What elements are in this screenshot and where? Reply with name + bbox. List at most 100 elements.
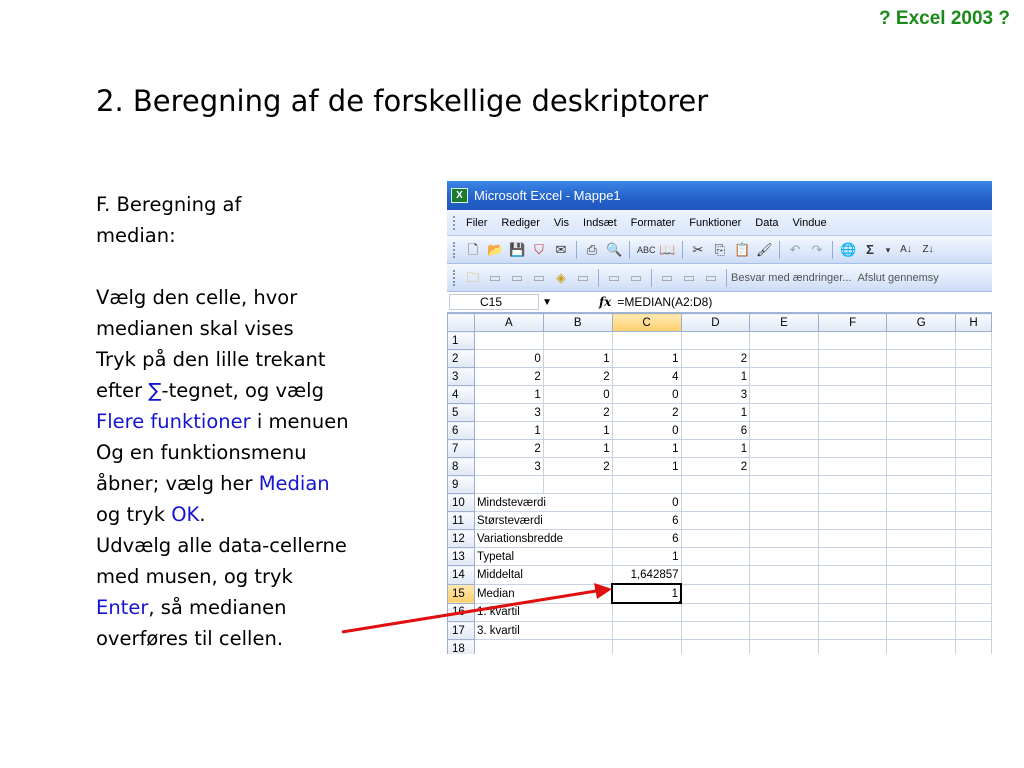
row-header[interactable]: 3 bbox=[447, 367, 475, 386]
row-header[interactable]: 8 bbox=[447, 457, 475, 476]
grid-cell[interactable] bbox=[749, 529, 819, 548]
review-icon[interactable]: ▭ bbox=[606, 270, 622, 286]
grid-cell[interactable] bbox=[749, 547, 819, 566]
active-cell-c15[interactable]: 1 bbox=[611, 583, 683, 604]
grid-cell[interactable] bbox=[817, 421, 888, 440]
grid-cell[interactable]: 2 bbox=[473, 367, 544, 386]
grid-cell[interactable] bbox=[542, 475, 613, 494]
grid-cell[interactable]: 1 bbox=[680, 439, 751, 458]
grid-cell[interactable] bbox=[611, 475, 682, 494]
cell-label[interactable]: Størsteværdi bbox=[473, 511, 613, 530]
review-icon[interactable]: ▭ bbox=[628, 270, 644, 286]
row-header[interactable]: 10 bbox=[447, 493, 475, 512]
grid-cell[interactable] bbox=[749, 439, 819, 458]
grid-cell[interactable] bbox=[955, 602, 992, 622]
grid-cell[interactable]: 1 bbox=[542, 439, 613, 458]
paste-icon[interactable]: 📋 bbox=[734, 242, 750, 258]
grid-cell[interactable]: 1 bbox=[611, 457, 682, 476]
cell-label[interactable]: Median bbox=[473, 583, 613, 604]
grid-cell[interactable]: 4 bbox=[611, 367, 682, 386]
grid-cell[interactable] bbox=[886, 331, 957, 350]
grid-cell[interactable] bbox=[473, 331, 544, 350]
grid-cell[interactable] bbox=[749, 602, 819, 622]
cell-label[interactable]: 3. kvartil bbox=[473, 621, 613, 640]
grid-cell[interactable]: 1 bbox=[611, 349, 682, 368]
review-icon[interactable]: ▭ bbox=[575, 270, 591, 286]
grid-cell[interactable] bbox=[886, 385, 957, 404]
autosum-dropdown-icon[interactable]: ▾ bbox=[884, 242, 892, 258]
grid-cell[interactable] bbox=[817, 493, 888, 512]
grid-cell[interactable] bbox=[955, 621, 992, 640]
grid-cell[interactable] bbox=[542, 331, 613, 350]
review-icon[interactable]: ▭ bbox=[509, 270, 525, 286]
row-header[interactable]: 11 bbox=[447, 511, 475, 530]
grid-cell[interactable] bbox=[817, 403, 888, 422]
undo-icon[interactable]: ↶ bbox=[787, 242, 803, 258]
review-icon[interactable]: ▭ bbox=[681, 270, 697, 286]
cell-value[interactable] bbox=[611, 639, 682, 654]
grid-cell[interactable]: 2 bbox=[542, 403, 613, 422]
grid-cell[interactable] bbox=[749, 385, 819, 404]
review-icon[interactable]: ▭ bbox=[487, 270, 503, 286]
column-header-d[interactable]: D bbox=[680, 313, 751, 332]
sort-ascending-icon[interactable]: A↓ bbox=[898, 242, 914, 258]
open-icon[interactable]: 📂 bbox=[487, 242, 503, 258]
menu-funktioner[interactable]: Funktioner bbox=[689, 217, 741, 229]
grid-cell[interactable] bbox=[680, 621, 751, 640]
grid-cell[interactable] bbox=[955, 457, 992, 476]
row-header[interactable]: 9 bbox=[447, 475, 475, 494]
grid-cell[interactable] bbox=[680, 511, 751, 530]
folder-icon[interactable]: 🗀 bbox=[465, 270, 481, 286]
grid-cell[interactable] bbox=[886, 547, 957, 566]
grid-cell[interactable]: 3 bbox=[473, 403, 544, 422]
grid-cell[interactable] bbox=[749, 493, 819, 512]
sort-descending-icon[interactable]: Z↓ bbox=[920, 242, 936, 258]
grid-cell[interactable] bbox=[886, 529, 957, 548]
grid-cell[interactable] bbox=[749, 367, 819, 386]
grid-cell[interactable] bbox=[817, 331, 888, 350]
column-header-f[interactable]: F bbox=[817, 313, 888, 332]
grid-cell[interactable] bbox=[749, 583, 819, 604]
grid-cell[interactable] bbox=[886, 349, 957, 368]
grid-cell[interactable]: 0 bbox=[611, 421, 682, 440]
grid-cell[interactable]: 1 bbox=[611, 439, 682, 458]
grid-cell[interactable] bbox=[817, 547, 888, 566]
grid-cell[interactable] bbox=[680, 331, 751, 350]
grid-cell[interactable]: 1 bbox=[542, 421, 613, 440]
grid-cell[interactable]: 3 bbox=[680, 385, 751, 404]
grid-cell[interactable] bbox=[955, 439, 992, 458]
menu-vis[interactable]: Vis bbox=[554, 217, 569, 229]
grid-cell[interactable] bbox=[955, 639, 992, 654]
cell-value[interactable]: 6 bbox=[611, 511, 682, 530]
copy-icon[interactable]: ⎘ bbox=[712, 242, 728, 258]
grid-cell[interactable] bbox=[749, 349, 819, 368]
grid-cell[interactable] bbox=[955, 331, 992, 350]
grid-cell[interactable]: 1 bbox=[680, 403, 751, 422]
autosum-icon[interactable]: Σ bbox=[862, 242, 878, 258]
hyperlink-icon[interactable]: 🌐 bbox=[840, 242, 856, 258]
cell-label[interactable]: Middeltal bbox=[473, 565, 613, 585]
cell-value[interactable]: 1 bbox=[611, 547, 682, 566]
grid-cell[interactable] bbox=[955, 583, 992, 604]
fx-icon[interactable]: fx bbox=[599, 295, 611, 309]
grid-cell[interactable]: 2 bbox=[542, 367, 613, 386]
end-review-button[interactable]: Afslut gennemsy bbox=[857, 272, 938, 284]
formula-input[interactable]: =MEDIAN(A2:D8) bbox=[617, 295, 712, 309]
name-box[interactable]: C15 ▼ bbox=[449, 294, 552, 310]
grid-cell[interactable] bbox=[749, 457, 819, 476]
column-header-b[interactable]: B bbox=[542, 313, 613, 332]
grid-cell[interactable] bbox=[886, 367, 957, 386]
row-header[interactable]: 16 bbox=[447, 602, 475, 622]
chevron-down-icon[interactable]: ▼ bbox=[542, 295, 552, 310]
grid-cell[interactable]: 0 bbox=[473, 349, 544, 368]
column-header-g[interactable]: G bbox=[886, 313, 957, 332]
row-header[interactable]: 13 bbox=[447, 547, 475, 566]
row-header[interactable]: 4 bbox=[447, 385, 475, 404]
row-header[interactable]: 7 bbox=[447, 439, 475, 458]
grid-cell[interactable] bbox=[817, 529, 888, 548]
cell-value[interactable]: 1,642857 bbox=[611, 565, 682, 585]
row-header[interactable]: 2 bbox=[447, 349, 475, 368]
grid-cell[interactable] bbox=[817, 621, 888, 640]
row-header[interactable]: 17 bbox=[447, 621, 475, 640]
new-icon[interactable]: 🗋 bbox=[465, 242, 481, 258]
